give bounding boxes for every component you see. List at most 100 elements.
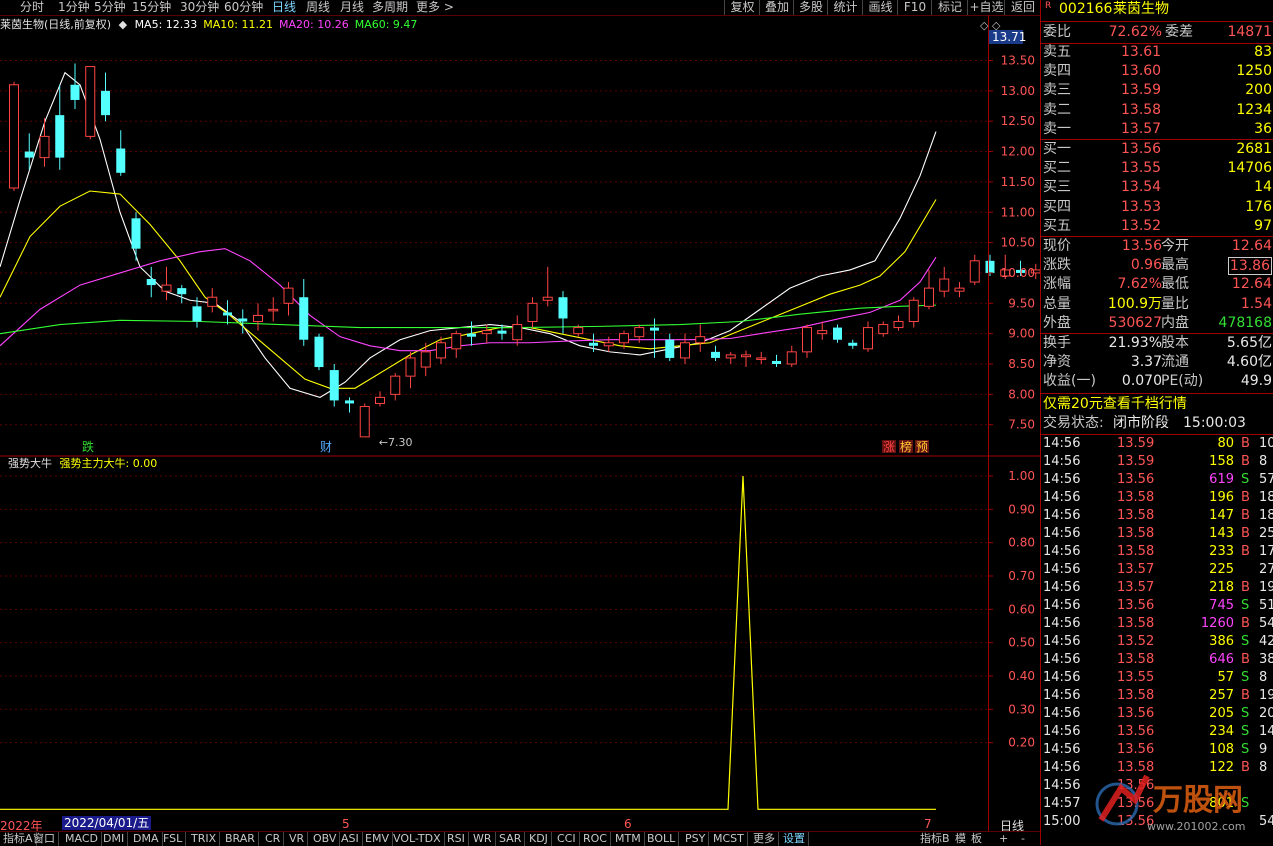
indicator-tab[interactable]: VOL-TDX [390, 832, 445, 846]
candlestick[interactable] [131, 212, 141, 261]
period-tab[interactable]: 日线 [272, 0, 296, 14]
period-tab[interactable]: 60分钟 [224, 0, 263, 14]
period-tab[interactable]: 多周期 [372, 0, 408, 14]
indicator-tab[interactable]: TRIX [188, 832, 221, 846]
period-tab[interactable]: 1分钟 [58, 0, 90, 14]
candlestick[interactable] [85, 66, 96, 140]
candlestick[interactable] [969, 254, 980, 286]
event-marker[interactable]: 财 [320, 440, 332, 454]
candlestick[interactable] [207, 288, 218, 313]
candlestick[interactable] [420, 342, 431, 377]
toolbar-button[interactable]: 标记 [931, 0, 968, 15]
period-tab[interactable]: 周线 [306, 0, 330, 14]
indicator-tab[interactable]: BRAR [222, 832, 259, 846]
indicator-tab[interactable]: FSL [160, 832, 187, 846]
candlestick[interactable] [329, 364, 339, 407]
candlestick[interactable] [375, 391, 385, 407]
candlestick[interactable] [223, 300, 232, 325]
order-book-row[interactable]: 买四 13.53 176 [1041, 198, 1273, 217]
order-book-row[interactable]: 买一 13.56 2681 [1041, 140, 1273, 159]
indicator-tab[interactable]: VR [286, 832, 309, 846]
candlestick[interactable] [116, 130, 126, 176]
candlestick[interactable] [863, 321, 873, 352]
candlestick[interactable] [177, 285, 187, 304]
candlestick[interactable] [390, 373, 401, 401]
candlestick[interactable] [467, 321, 476, 346]
period-tab[interactable]: 更多 > [416, 0, 454, 14]
candlestick[interactable] [665, 333, 675, 361]
bottom-right-button[interactable]: 板 [968, 832, 985, 846]
candlestick[interactable] [893, 315, 904, 331]
candlestick[interactable] [695, 324, 706, 352]
candlestick[interactable] [603, 336, 614, 352]
order-book-row[interactable]: 卖五 13.61 83 [1041, 43, 1273, 62]
candlestick[interactable] [253, 303, 263, 331]
candlestick[interactable] [70, 63, 80, 110]
indicator-tab[interactable]: CR [262, 832, 285, 846]
bottom-right-button[interactable]: - [1018, 832, 1028, 846]
toolbar-button[interactable]: 画线 [862, 0, 898, 15]
indicator-tab[interactable]: KDJ [526, 832, 552, 846]
order-book-row[interactable]: 买五 13.52 97 [1041, 217, 1273, 236]
candlestick[interactable] [345, 397, 354, 413]
kline-chart-area[interactable]: 13.86←7.30跌财涨榜预 1.000.900.800.700.600.50… [0, 15, 1040, 831]
candlestick[interactable] [924, 269, 934, 310]
bottom-right-button[interactable]: 指标B [917, 832, 953, 846]
indicator-tab[interactable]: PSY [682, 832, 710, 846]
event-marker[interactable]: 预 [915, 440, 929, 454]
candlestick[interactable] [359, 403, 370, 438]
indicator-tab[interactable]: ROC [580, 832, 611, 846]
candlestick[interactable] [711, 345, 720, 361]
candlestick[interactable] [55, 84, 65, 170]
indicator-tab[interactable]: WR [470, 832, 496, 846]
candlestick[interactable] [101, 72, 110, 122]
toolbar-button[interactable]: +自选 [967, 0, 1005, 15]
indicator-tab[interactable]: MTM [612, 832, 645, 846]
bottom-right-button[interactable]: + [996, 832, 1011, 846]
toolbar-button[interactable]: 统计 [827, 0, 863, 15]
candlestick[interactable] [680, 333, 690, 364]
event-marker[interactable]: 榜 [899, 439, 913, 454]
period-tab[interactable]: 5分钟 [94, 0, 126, 14]
candlestick[interactable] [527, 297, 538, 328]
indicator-tab[interactable]: SAR [496, 832, 526, 846]
indicator-tab[interactable]: DMA [130, 832, 163, 846]
candlestick[interactable] [512, 315, 523, 346]
period-tab[interactable]: 30分钟 [180, 0, 219, 14]
indicator-tab[interactable]: CCI [554, 832, 580, 846]
candlestick[interactable] [39, 118, 50, 167]
candlestick[interactable] [833, 324, 842, 343]
order-book-row[interactable]: 卖四 13.60 1250 [1041, 62, 1273, 81]
candlestick[interactable] [146, 266, 156, 298]
indicator-tab[interactable]: BOLL [644, 832, 680, 846]
indicator-tab[interactable]: ASI [338, 832, 363, 846]
period-tab[interactable]: 分时 [20, 0, 44, 14]
candlestick[interactable] [268, 297, 279, 322]
candlestick[interactable] [772, 354, 781, 368]
candlestick[interactable] [725, 351, 736, 364]
candlestick[interactable] [786, 345, 797, 368]
order-book-row[interactable]: 买三 13.54 14 [1041, 178, 1273, 197]
toolbar-button[interactable]: 多股 [793, 0, 828, 15]
candlestick[interactable] [908, 297, 919, 328]
candlestick[interactable] [817, 321, 828, 340]
toolbar-button[interactable]: F10 [897, 0, 932, 15]
period-tab[interactable]: 月线 [340, 0, 364, 14]
event-marker[interactable]: 跌 [82, 439, 94, 454]
candlestick[interactable] [314, 333, 324, 371]
indicator-tab[interactable]: 窗口 [30, 832, 59, 846]
toolbar-button[interactable]: 返回 [1004, 0, 1041, 15]
indicator-tab[interactable]: OBV [310, 832, 341, 846]
candlestick[interactable] [283, 282, 294, 316]
candlestick[interactable] [9, 81, 19, 192]
indicator-tab[interactable]: DMI [100, 832, 129, 846]
bottom-right-button[interactable]: 模 [952, 832, 969, 846]
candlestick[interactable] [741, 350, 751, 368]
candlestick[interactable] [497, 324, 507, 340]
candlestick[interactable] [650, 318, 659, 358]
candlestick[interactable] [954, 282, 965, 298]
candlestick[interactable] [161, 266, 172, 301]
order-book-row[interactable]: 卖三 13.59 200 [1041, 81, 1273, 100]
indicator-tab[interactable]: 设置 [780, 832, 809, 846]
promo-link[interactable]: 仅需20元查看千档行情 [1041, 395, 1273, 414]
